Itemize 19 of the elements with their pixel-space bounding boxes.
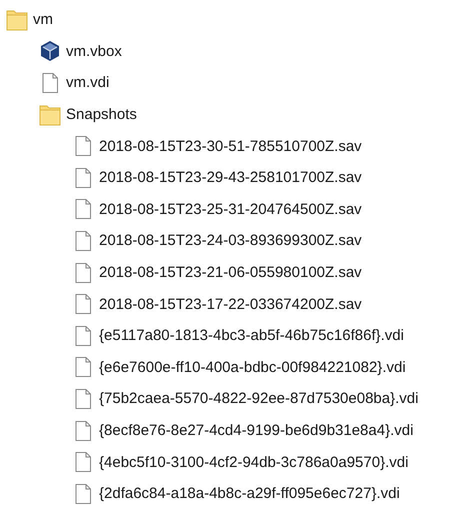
file-name[interactable]: vm.vdi: [66, 74, 110, 92]
file-name[interactable]: 2018-08-15T23-25-31-204764500Z.sav: [99, 200, 362, 218]
file-name[interactable]: {2dfa6c84-a18a-4b8c-a29f-ff095e6ec727}.vdi: [99, 485, 400, 502]
file-name[interactable]: 2018-08-15T23-30-51-785510700Z.sav: [99, 138, 362, 155]
cube-icon: [39, 40, 61, 62]
file-name[interactable]: 2018-08-15T23-21-06-055980100Z.sav: [99, 264, 362, 282]
file-name[interactable]: {e5117a80-1813-4bc3-ab5f-46b75c16f86f}.vdi: [99, 327, 404, 344]
folder-icon: [6, 8, 28, 31]
file-name[interactable]: {8ecf8e76-8e27-4cd4-9199-be6d9b31e8a4}.vdi: [99, 422, 414, 440]
file-name[interactable]: vm.vbox: [66, 42, 122, 60]
file-name[interactable]: vm: [33, 11, 53, 28]
file-name[interactable]: 2018-08-15T23-29-43-258101700Z.sav: [99, 169, 362, 186]
file-name[interactable]: {e6e7600e-ff10-400a-bdbc-00f984221082}.vdi: [99, 358, 406, 376]
file-name[interactable]: 2018-08-15T23-17-22-033674200Z.sav: [99, 296, 362, 313]
file-name[interactable]: Snapshots: [66, 106, 137, 124]
folder-icon: [39, 104, 61, 126]
file-name[interactable]: 2018-08-15T23-24-03-893699300Z.sav: [99, 232, 362, 250]
file-name[interactable]: {4ebc5f10-3100-4cf2-94db-3c786a0a9570}.vdi: [99, 454, 408, 471]
file-name[interactable]: {75b2caea-5570-4822-92ee-87d7530e08ba}.vdi: [99, 390, 418, 408]
